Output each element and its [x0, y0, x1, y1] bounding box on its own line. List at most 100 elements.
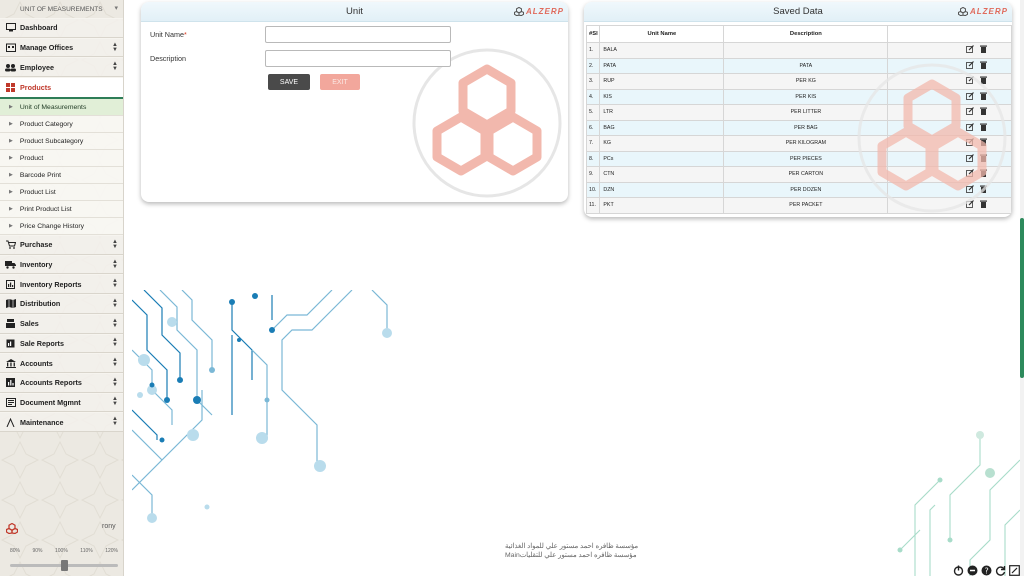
- submenu-item-product[interactable]: ▶ Product: [0, 150, 123, 168]
- submenu-label: Product List: [19, 188, 56, 196]
- current-page-selector[interactable]: UNIT OF MEASUREMENTS ▾: [0, 0, 123, 18]
- table-row: 5. LTR PER LITTER: [585, 104, 1012, 121]
- menu-item-inventory-reports[interactable]: Inventory Reports ▲ ▼: [0, 274, 123, 295]
- help-icon[interactable]: ?: [981, 563, 992, 576]
- submenu-item-print-product-list[interactable]: ▶ Print Product List: [0, 201, 123, 219]
- delete-icon[interactable]: [980, 200, 988, 209]
- menu-item-distribution[interactable]: Distribution ▲ ▼: [0, 294, 123, 314]
- link-icon[interactable]: [967, 563, 978, 576]
- description-input[interactable]: [265, 50, 451, 67]
- unit-name-input[interactable]: [265, 26, 451, 43]
- cell-unit-name: PCs: [599, 150, 725, 167]
- company-name-line2: Mainمؤسسة ظافره احمد مستور علي للتقليات: [505, 551, 637, 559]
- cell-unit-name: KIS: [599, 88, 725, 105]
- delete-icon[interactable]: [980, 61, 988, 69]
- delete-icon[interactable]: [980, 138, 988, 147]
- edit-icon[interactable]: [965, 45, 974, 54]
- caret-right-icon: ▶: [9, 138, 13, 145]
- zoom-slider-thumb[interactable]: [61, 560, 68, 571]
- circuit-decoration: [132, 290, 392, 523]
- exit-button[interactable]: EXIT: [320, 74, 360, 90]
- menu-item-document-mgmnt[interactable]: Document Mgmnt ▲ ▼: [0, 392, 123, 413]
- zoom-levels: 80% 90% 100% 110% 120%: [10, 548, 118, 554]
- delete-icon[interactable]: [980, 169, 988, 178]
- brand-text: ALZERP: [970, 7, 1008, 16]
- submenu-item-barcode-print[interactable]: ▶ Barcode Print: [0, 167, 123, 185]
- cell-actions: [887, 73, 1012, 90]
- caret-right-icon: ▶: [9, 206, 13, 213]
- user-name[interactable]: rony: [102, 523, 116, 530]
- truck-icon: [5, 260, 16, 269]
- description-label: Description: [150, 54, 186, 63]
- menu-item-purchase[interactable]: Purchase ▲ ▼: [0, 235, 123, 255]
- page-scrollbar[interactable]: [1020, 0, 1024, 576]
- register-icon: [5, 319, 16, 329]
- menu-item-products[interactable]: Products: [0, 77, 123, 100]
- menu-item-maintenance[interactable]: Maintenance ▲ ▼: [0, 412, 123, 432]
- edit-icon[interactable]: [965, 184, 974, 193]
- power-icon[interactable]: [953, 563, 964, 576]
- expand-arrows-icon: ▲ ▼: [112, 376, 118, 388]
- cell-sl: 2.: [585, 57, 601, 74]
- scrollbar-thumb[interactable]: [1020, 218, 1024, 378]
- cell-description: PER BAG: [723, 119, 889, 136]
- delete-icon[interactable]: [980, 123, 988, 131]
- delete-icon[interactable]: [980, 92, 988, 100]
- cell-sl: 3.: [585, 73, 601, 90]
- delete-icon[interactable]: [980, 185, 988, 193]
- submenu-item-product-category[interactable]: ▶ Product Category: [0, 116, 123, 134]
- column-header-actions: [887, 25, 1012, 43]
- saved-data-card: Saved Data ALZERP #Sl Unit Name Descript…: [584, 2, 1012, 217]
- expand-arrows-icon: ▲ ▼: [112, 396, 118, 408]
- fullscreen-icon[interactable]: [1009, 563, 1020, 576]
- edit-icon[interactable]: [965, 122, 974, 131]
- cell-description: PER KG: [723, 73, 889, 90]
- products-submenu: ▶ Unit of Measurements ▶ Product Category …: [0, 99, 123, 236]
- menu-item-dashboard[interactable]: Dashboard: [0, 18, 123, 38]
- card-title: Unit: [346, 6, 363, 17]
- submenu-item-unit-of-measurements[interactable]: ▶ Unit of Measurements: [0, 99, 123, 117]
- submenu-label: Barcode Print: [19, 171, 62, 179]
- monitor-icon: [5, 23, 16, 32]
- table-row: 2. PATA PATA: [585, 57, 1012, 74]
- cell-actions: [887, 135, 1012, 152]
- submenu-item-price-change-history[interactable]: ▶ Price Change History: [0, 218, 123, 236]
- sidebar: UNIT OF MEASUREMENTS ▾ Dashboard Manage …: [0, 0, 124, 576]
- edit-icon[interactable]: [965, 76, 974, 85]
- delete-icon[interactable]: [980, 45, 988, 54]
- table-row: 8. PCs PER PIECES: [585, 150, 1012, 167]
- edit-icon[interactable]: [965, 91, 974, 100]
- delete-icon[interactable]: [980, 154, 988, 162]
- cell-description: PER CARTON: [723, 166, 889, 183]
- edit-icon[interactable]: [965, 60, 974, 69]
- menu-item-sales[interactable]: Sales ▲ ▼: [0, 313, 123, 334]
- cell-unit-name: RUP: [599, 73, 725, 90]
- bank-icon: [5, 358, 16, 368]
- menu-item-accounts[interactable]: Accounts ▲ ▼: [0, 353, 123, 373]
- expand-arrows-icon: ▲ ▼: [112, 416, 118, 428]
- cell-unit-name: BAG: [599, 119, 725, 136]
- submenu-label: Price Change History: [19, 222, 85, 230]
- edit-icon[interactable]: [965, 107, 974, 116]
- expand-arrows-icon: ▲ ▼: [112, 61, 118, 73]
- cart-icon: [5, 240, 16, 250]
- caret-right-icon: ▶: [9, 223, 13, 230]
- menu-item-sale-reports[interactable]: Sale Reports ▲ ▼: [0, 333, 123, 354]
- delete-icon[interactable]: [980, 76, 988, 85]
- edit-icon[interactable]: [965, 200, 974, 209]
- save-button[interactable]: SAVE: [268, 74, 310, 90]
- edit-icon[interactable]: [965, 138, 974, 147]
- cell-unit-name: PATA: [599, 57, 725, 74]
- circuit-decoration-right: [897, 431, 1020, 576]
- menu-item-accounts-reports[interactable]: Accounts Reports ▲ ▼: [0, 372, 123, 393]
- submenu-item-product-subcategory[interactable]: ▶ Product Subcategory: [0, 133, 123, 151]
- menu-item-manage-offices[interactable]: Manage Offices ▲ ▼: [0, 37, 123, 58]
- delete-icon[interactable]: [980, 107, 988, 116]
- submenu-item-product-list[interactable]: ▶ Product List: [0, 184, 123, 202]
- expand-arrows-icon: ▲ ▼: [112, 337, 118, 349]
- refresh-icon[interactable]: [995, 563, 1006, 576]
- menu-item-inventory[interactable]: Inventory ▲ ▼: [0, 254, 123, 275]
- menu-item-employee[interactable]: Employee ▲ ▼: [0, 57, 123, 78]
- edit-icon[interactable]: [965, 153, 974, 162]
- edit-icon[interactable]: [965, 169, 974, 178]
